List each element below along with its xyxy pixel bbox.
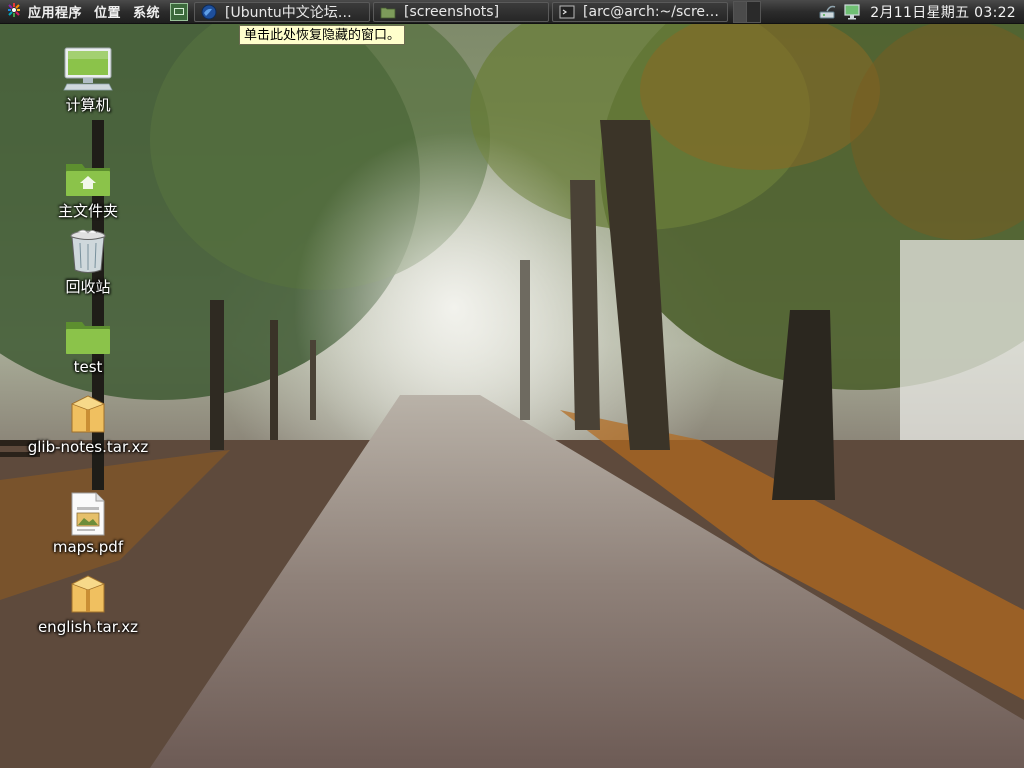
task-label: [screenshots] xyxy=(404,3,500,20)
show-desktop-button[interactable] xyxy=(170,2,189,21)
panel-menus: 应用程序 位置 系统 xyxy=(0,0,194,24)
desktop-wallpaper xyxy=(0,0,1024,768)
task-terminal[interactable]: [arc@arch:~/scre… xyxy=(552,1,729,22)
task-file-manager[interactable]: [screenshots] xyxy=(373,1,550,22)
tooltip: 单击此处恢复隐藏的窗口。 xyxy=(239,25,406,45)
desktop-icon-label: 回收站 xyxy=(65,278,111,296)
network-icon[interactable] xyxy=(818,3,838,21)
notification-area: 2月11日星期五 03:22 xyxy=(818,0,1024,24)
places-menu[interactable]: 位置 xyxy=(88,0,127,24)
desktop-icon-label: test xyxy=(73,358,103,376)
panel-clock[interactable]: 2月11日星期五 03:22 xyxy=(866,2,1024,22)
task-label: [arc@arch:~/scre… xyxy=(583,3,720,20)
desktop-icon-trash[interactable]: 回收站 xyxy=(23,226,153,297)
applications-menu[interactable]: 应用程序 xyxy=(0,0,88,24)
desktop-icon-computer[interactable]: 计算机 xyxy=(23,44,153,115)
folder-icon xyxy=(62,308,114,356)
display-monitor-icon[interactable] xyxy=(842,3,862,21)
applications-menu-label: 应用程序 xyxy=(28,6,83,21)
top-panel: 应用程序 位置 系统 [Ubuntu中文论坛… [screenshots] [a… xyxy=(0,0,1024,24)
workspace-switcher xyxy=(733,0,762,23)
desktop-icon-maps-pdf[interactable]: maps.pdf xyxy=(23,488,153,556)
home-folder-icon xyxy=(62,150,114,198)
desktop-icon-test[interactable]: test xyxy=(23,308,153,376)
desktop-icon-home[interactable]: 主文件夹 xyxy=(23,150,153,221)
desktop-icon-label: english.tar.xz xyxy=(37,618,139,636)
system-menu[interactable]: 系统 xyxy=(127,0,166,24)
task-label: [Ubuntu中文论坛… xyxy=(225,4,352,21)
desktop-icon-english[interactable]: english.tar.xz xyxy=(23,568,153,636)
folder-icon xyxy=(380,4,396,20)
archive-icon xyxy=(62,568,114,616)
pdf-document-icon xyxy=(62,488,114,536)
computer-icon xyxy=(62,44,114,92)
task-browser[interactable]: [Ubuntu中文论坛… xyxy=(194,1,371,22)
desktop-icon-label: 计算机 xyxy=(65,96,111,114)
places-menu-label: 位置 xyxy=(94,6,122,21)
browser-globe-icon xyxy=(201,4,217,20)
workspace-2[interactable] xyxy=(747,1,761,22)
desktop-icon-label: glib-notes.tar.xz xyxy=(27,438,149,456)
window-list: [Ubuntu中文论坛… [screenshots] [arc@arch:~/s… xyxy=(194,0,731,24)
system-menu-label: 系统 xyxy=(133,6,161,21)
archive-icon xyxy=(62,388,114,436)
desktop-icon-glib-notes[interactable]: glib-notes.tar.xz xyxy=(23,388,153,456)
desktop-icon-label: 主文件夹 xyxy=(57,202,118,220)
wallpaper-art xyxy=(0,0,1024,768)
gnome-foot-icon xyxy=(6,2,22,22)
trash-icon xyxy=(62,226,114,274)
desktop-icon-label: maps.pdf xyxy=(52,538,124,556)
workspace-1[interactable] xyxy=(734,1,748,22)
terminal-icon xyxy=(559,4,575,20)
